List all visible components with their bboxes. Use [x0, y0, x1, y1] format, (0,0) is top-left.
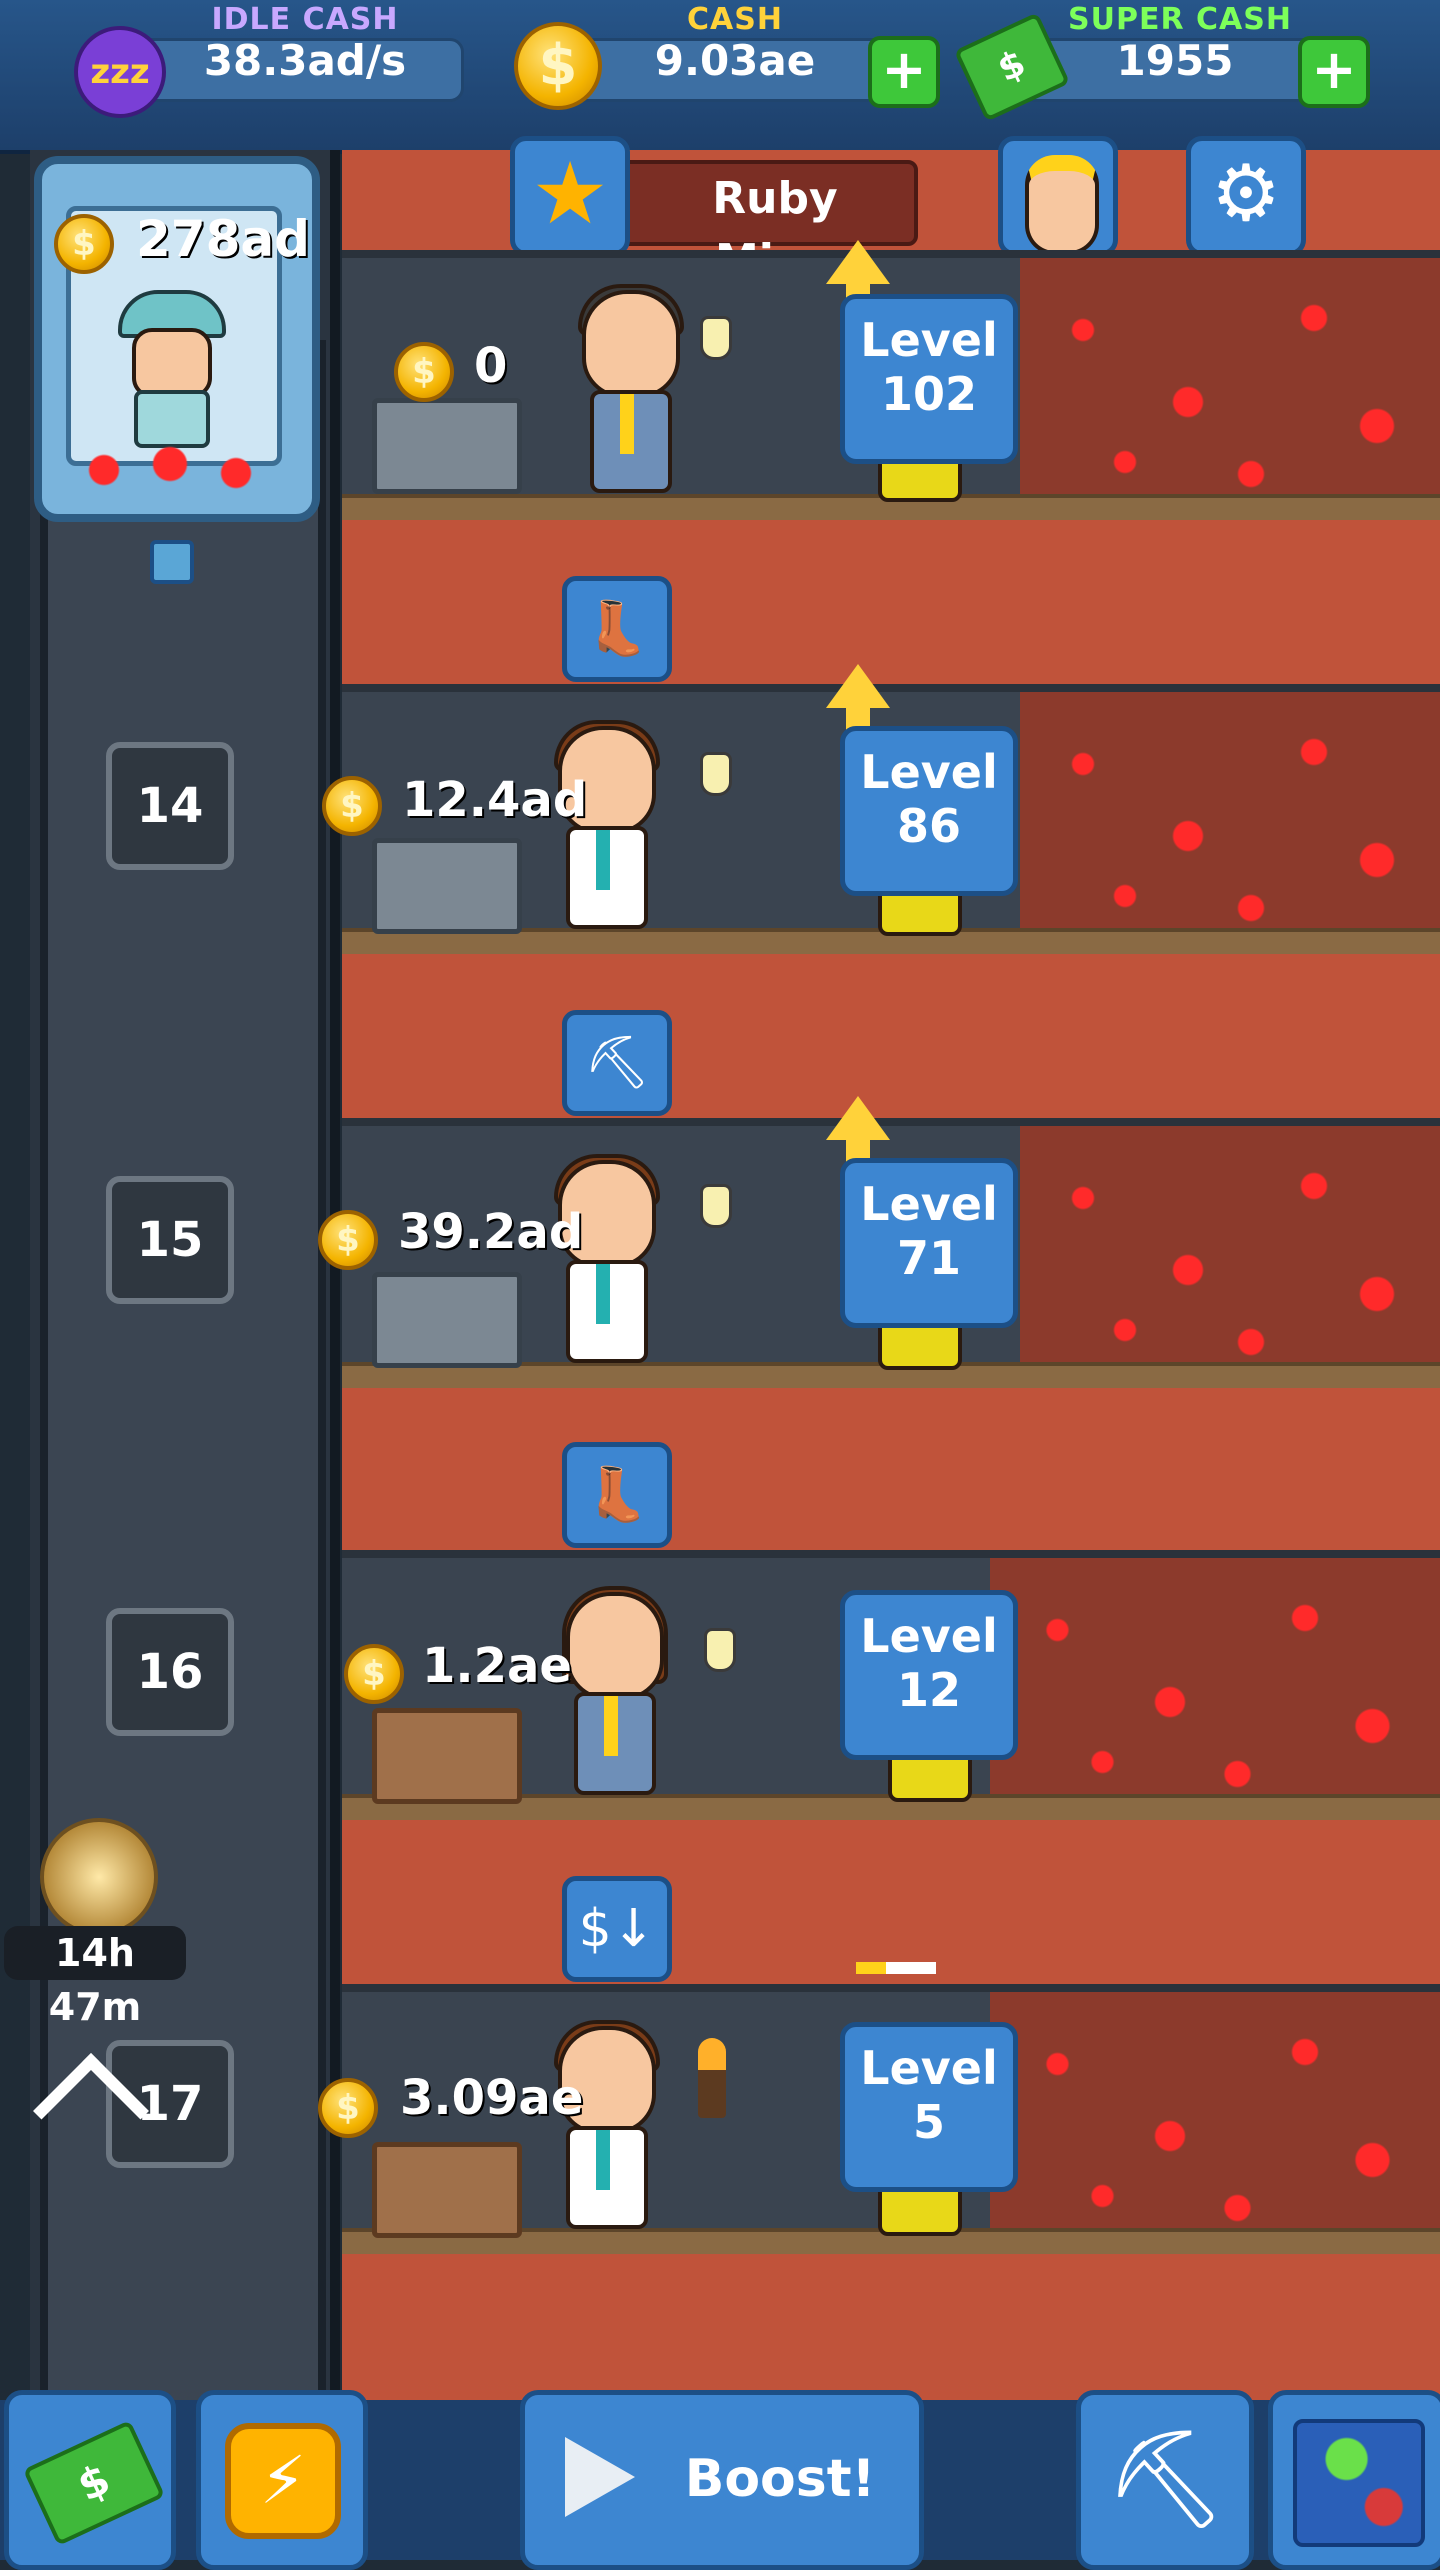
shop-cash-button[interactable]: $: [4, 2390, 176, 2570]
manager-avatar-icon: [1025, 155, 1099, 255]
elevator-rubies: [60, 440, 280, 500]
idle-cash-label: IDLE CASH: [211, 2, 399, 37]
shaft-cash-value: 3.09ae: [400, 2070, 584, 2126]
play-triangle-icon: [565, 2437, 635, 2517]
shaft-level-button[interactable]: Level 86: [840, 726, 1018, 896]
lamp-icon: [704, 1628, 736, 1672]
shaft-coin-icon: $: [322, 776, 382, 836]
shaft-manager[interactable]: [548, 1154, 660, 1363]
buy-super-cash-plus-button[interactable]: +: [1298, 36, 1370, 108]
timed-boost-icon[interactable]: [40, 1818, 158, 1936]
cash-crate: [372, 398, 522, 494]
world-map-button[interactable]: [1268, 2390, 1440, 2570]
manager-avatar-button[interactable]: [998, 136, 1118, 256]
elevator-storage-value: 278ad: [136, 210, 310, 268]
cash-label: CASH: [687, 2, 783, 37]
cash-crate: [372, 2142, 522, 2238]
shaft-level-button[interactable]: Level 12: [840, 1590, 1018, 1760]
ruby-deposit: [1020, 258, 1440, 498]
shaft-level-button[interactable]: Level 5: [840, 2022, 1018, 2192]
boost-shop-button[interactable]: ⚡: [196, 2390, 368, 2570]
boot-skill-button[interactable]: 👢: [562, 1442, 672, 1548]
super-cash-label: SUPER CASH: [1068, 2, 1292, 37]
elevator-operator-avatar[interactable]: [118, 290, 226, 448]
shaft-cash-value: 39.2ad: [398, 1204, 584, 1260]
shaft-cash-value: 0: [474, 338, 508, 394]
shaft-coin-icon: $: [394, 342, 454, 402]
shaft-cash-value: 12.4ad: [402, 772, 588, 828]
ruby-deposit: [990, 1558, 1440, 1798]
upgrade-arrow-icon[interactable]: [826, 240, 890, 310]
cash-crate: [372, 1708, 522, 1804]
mining-progress-bar: [856, 1962, 936, 1974]
shaft-level-button[interactable]: Level 102: [840, 294, 1018, 464]
shaft-manager[interactable]: [548, 2020, 660, 2229]
ruby-deposit: [1020, 692, 1440, 932]
mines-pickaxe-button[interactable]: ⛏: [1076, 2390, 1254, 2570]
upgrade-arrow-icon[interactable]: [826, 664, 890, 734]
boot-skill-button[interactable]: 👢: [562, 576, 672, 682]
boost-label: Boost!: [684, 2449, 876, 2509]
lamp-icon: [700, 1184, 732, 1228]
mining-progress-fill: [856, 1962, 886, 1974]
floor-tag-15: 15: [106, 1176, 234, 1304]
cash-drop-skill-button[interactable]: $↓: [562, 1876, 672, 1982]
elevator-coin-icon: $: [54, 214, 114, 274]
cash-value: 9.03ae: [654, 36, 816, 85]
pickaxe-shovel-icon: ⛏: [1105, 2423, 1227, 2535]
buy-cash-plus-button[interactable]: +: [868, 36, 940, 108]
lamp-icon: [700, 316, 732, 360]
pickaxe-skill-button[interactable]: ⛏: [562, 1010, 672, 1116]
boost-button[interactable]: Boost!: [520, 2390, 924, 2570]
idle-cash-value: 38.3ad/s: [203, 36, 407, 85]
ruby-deposit: [1020, 1126, 1440, 1366]
super-cash-value: 1955: [1116, 36, 1234, 85]
shaft-coin-icon: $: [318, 2078, 378, 2138]
shaft-coin-icon: $: [318, 1210, 378, 1270]
coin-icon: $: [514, 22, 602, 110]
cash-crate: [372, 1272, 522, 1368]
lamp-icon: [700, 752, 732, 796]
shaft-manager[interactable]: [572, 284, 684, 493]
favorite-star-button[interactable]: ★: [510, 136, 630, 256]
map-icon: [1293, 2419, 1425, 2547]
top-resource-bar: zzz IDLE CASH 38.3ad/s $ CASH 9.03ae + $…: [0, 0, 1440, 154]
torch-icon: [698, 2038, 726, 2118]
cash-crate: [372, 838, 522, 934]
settings-gear-button[interactable]: ⚙: [1186, 136, 1306, 256]
cash-stack-icon: $: [22, 2420, 166, 2546]
floor-tag-14: 14: [106, 742, 234, 870]
shaft-level-button[interactable]: Level 71: [840, 1158, 1018, 1328]
upgrade-arrow-icon[interactable]: [826, 1096, 890, 1166]
shaft-coin-icon: $: [344, 1644, 404, 1704]
lightning-coin-icon: ⚡: [225, 2423, 341, 2539]
idle-zzz-icon: zzz: [74, 26, 166, 118]
shaft-cash-value: 1.2ae: [422, 1638, 572, 1694]
elevator-hook: [150, 540, 194, 584]
shaft-manager[interactable]: [556, 1586, 668, 1795]
ruby-deposit: [990, 1992, 1440, 2232]
timer-label: 14h 47m: [4, 1926, 186, 2029]
floor-tag-16: 16: [106, 1608, 234, 1736]
